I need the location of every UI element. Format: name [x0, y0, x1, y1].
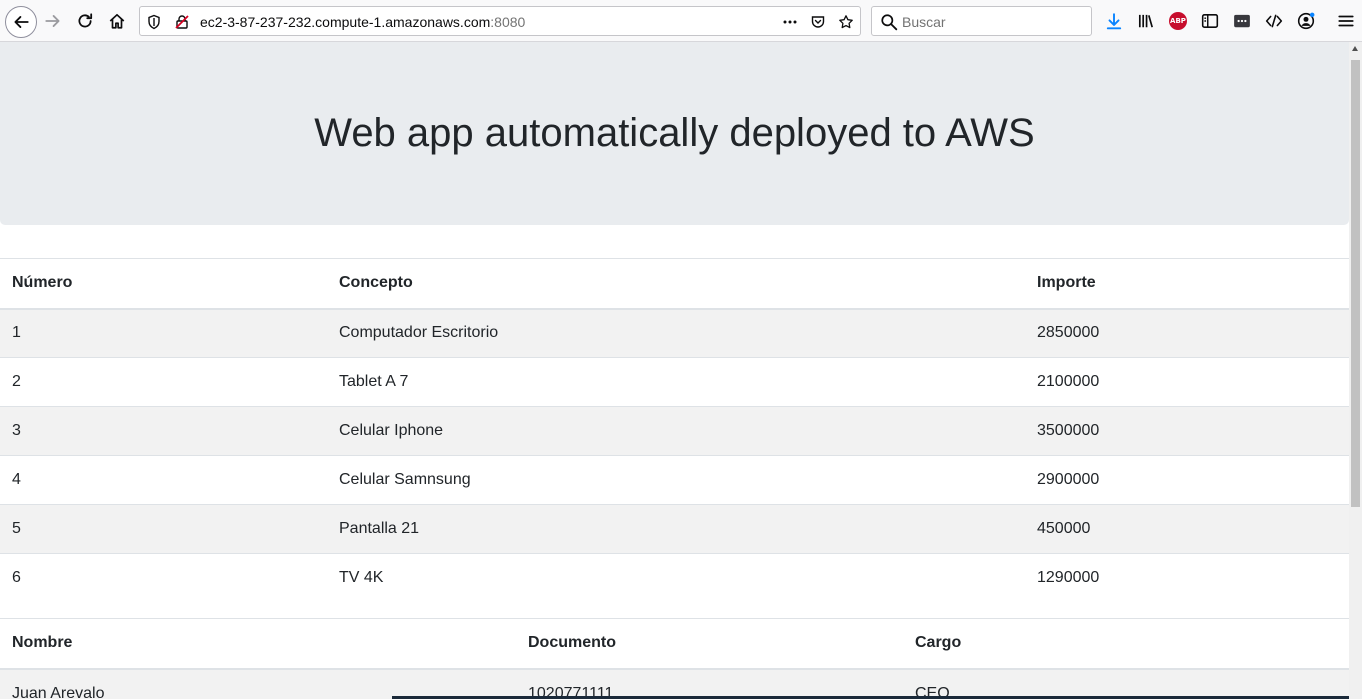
column-header-documento: Documento — [516, 618, 903, 670]
cell-importe: 2900000 — [1025, 455, 1349, 505]
devtools-button[interactable] — [1261, 8, 1287, 34]
cell-numero: 4 — [0, 455, 327, 505]
back-button[interactable] — [5, 6, 37, 38]
jumbotron-header: Web app automatically deployed to AWS — [0, 42, 1349, 225]
library-icon — [1138, 14, 1153, 28]
cell-numero: 1 — [0, 308, 327, 358]
menu-button[interactable] — [1333, 8, 1359, 34]
downloads-button[interactable] — [1101, 8, 1127, 34]
table-header-row: Número Concepto Importe — [0, 258, 1349, 310]
table-row: 4 Celular Samnsung 2900000 — [0, 455, 1349, 505]
code-icon — [1265, 14, 1283, 28]
reload-icon — [78, 13, 93, 28]
extension-button[interactable] — [1229, 8, 1255, 34]
cell-documento: 1020771111 — [516, 668, 903, 699]
cell-numero: 6 — [0, 553, 327, 603]
cell-importe: 2100000 — [1025, 357, 1349, 407]
url-host: ec2-3-87-237-232.compute-1.amazonaws.com — [200, 14, 491, 30]
browser-toolbar: ec2-3-87-237-232.compute-1.amazonaws.com… — [0, 0, 1362, 42]
search-input[interactable] — [902, 12, 1082, 32]
hamburger-menu-icon — [1338, 15, 1354, 27]
cell-importe: 2850000 — [1025, 308, 1349, 358]
table-row: 1 Computador Escritorio 2850000 — [0, 308, 1349, 358]
cell-numero: 2 — [0, 357, 327, 407]
insecure-lock-icon[interactable] — [173, 13, 191, 31]
column-header-importe: Importe — [1025, 258, 1349, 310]
cell-cargo: CEO — [903, 668, 1349, 699]
reader-sidebar-button[interactable] — [1197, 8, 1223, 34]
cell-concepto: Tablet A 7 — [327, 357, 1025, 407]
arrow-right-icon — [45, 15, 60, 27]
table-row: Juan Arevalo 1020771111 CEO — [0, 668, 1349, 699]
extension-icon — [1234, 14, 1250, 28]
download-icon — [1106, 13, 1122, 30]
url-port: :8080 — [490, 14, 526, 30]
table-row: 6 TV 4K 1290000 — [0, 553, 1349, 603]
tracking-protection-icon[interactable] — [145, 13, 163, 31]
url-text[interactable]: ec2-3-87-237-232.compute-1.amazonaws.com… — [200, 14, 525, 30]
cell-numero: 3 — [0, 406, 327, 456]
bookmark-star-icon[interactable] — [837, 13, 855, 31]
home-icon — [109, 13, 125, 29]
scrollbar-thumb[interactable] — [1351, 60, 1360, 507]
search-icon — [881, 14, 898, 31]
search-bar[interactable] — [871, 6, 1092, 36]
column-header-concepto: Concepto — [327, 258, 1025, 310]
page-viewport: Web app automatically deployed to AWS Nú… — [0, 42, 1349, 699]
cell-concepto: Pantalla 21 — [327, 504, 1025, 554]
vertical-scrollbar[interactable] — [1349, 42, 1362, 699]
scroll-up-arrow-icon[interactable] — [1352, 46, 1358, 51]
forward-button[interactable] — [39, 7, 67, 35]
cell-concepto: TV 4K — [327, 553, 1025, 603]
table-row: 3 Celular Iphone 3500000 — [0, 406, 1349, 456]
account-icon — [1297, 12, 1315, 30]
page-actions-icon[interactable] — [781, 13, 799, 31]
account-button[interactable] — [1293, 8, 1319, 34]
column-header-cargo: Cargo — [903, 618, 1349, 670]
pocket-icon[interactable] — [809, 13, 827, 31]
table-row: 2 Tablet A 7 2100000 — [0, 357, 1349, 407]
table-header-row: Nombre Documento Cargo — [0, 618, 1349, 670]
library-button[interactable] — [1133, 8, 1159, 34]
cell-nombre: Juan Arevalo — [0, 668, 516, 699]
column-header-numero: Número — [0, 258, 327, 310]
home-button[interactable] — [103, 7, 131, 35]
cell-concepto: Computador Escritorio — [327, 308, 1025, 358]
cell-importe: 450000 — [1025, 504, 1349, 554]
adblock-plus-button[interactable]: ABP — [1165, 8, 1191, 34]
arrow-left-icon — [14, 16, 29, 28]
page-title: Web app automatically deployed to AWS — [314, 111, 1035, 155]
reload-button[interactable] — [71, 7, 99, 35]
cell-importe: 3500000 — [1025, 406, 1349, 456]
cell-concepto: Celular Iphone — [327, 406, 1025, 456]
adblock-plus-icon: ABP — [1169, 12, 1187, 30]
people-table: Nombre Documento Cargo Juan Arevalo 1020… — [0, 618, 1349, 699]
products-table: Número Concepto Importe 1 Computador Esc… — [0, 258, 1349, 603]
column-header-nombre: Nombre — [0, 618, 516, 670]
cell-importe: 1290000 — [1025, 553, 1349, 603]
table-row: 5 Pantalla 21 450000 — [0, 504, 1349, 554]
url-bar[interactable]: ec2-3-87-237-232.compute-1.amazonaws.com… — [139, 6, 861, 36]
cell-numero: 5 — [0, 504, 327, 554]
sidebar-icon — [1201, 14, 1219, 28]
cell-concepto: Celular Samnsung — [327, 455, 1025, 505]
